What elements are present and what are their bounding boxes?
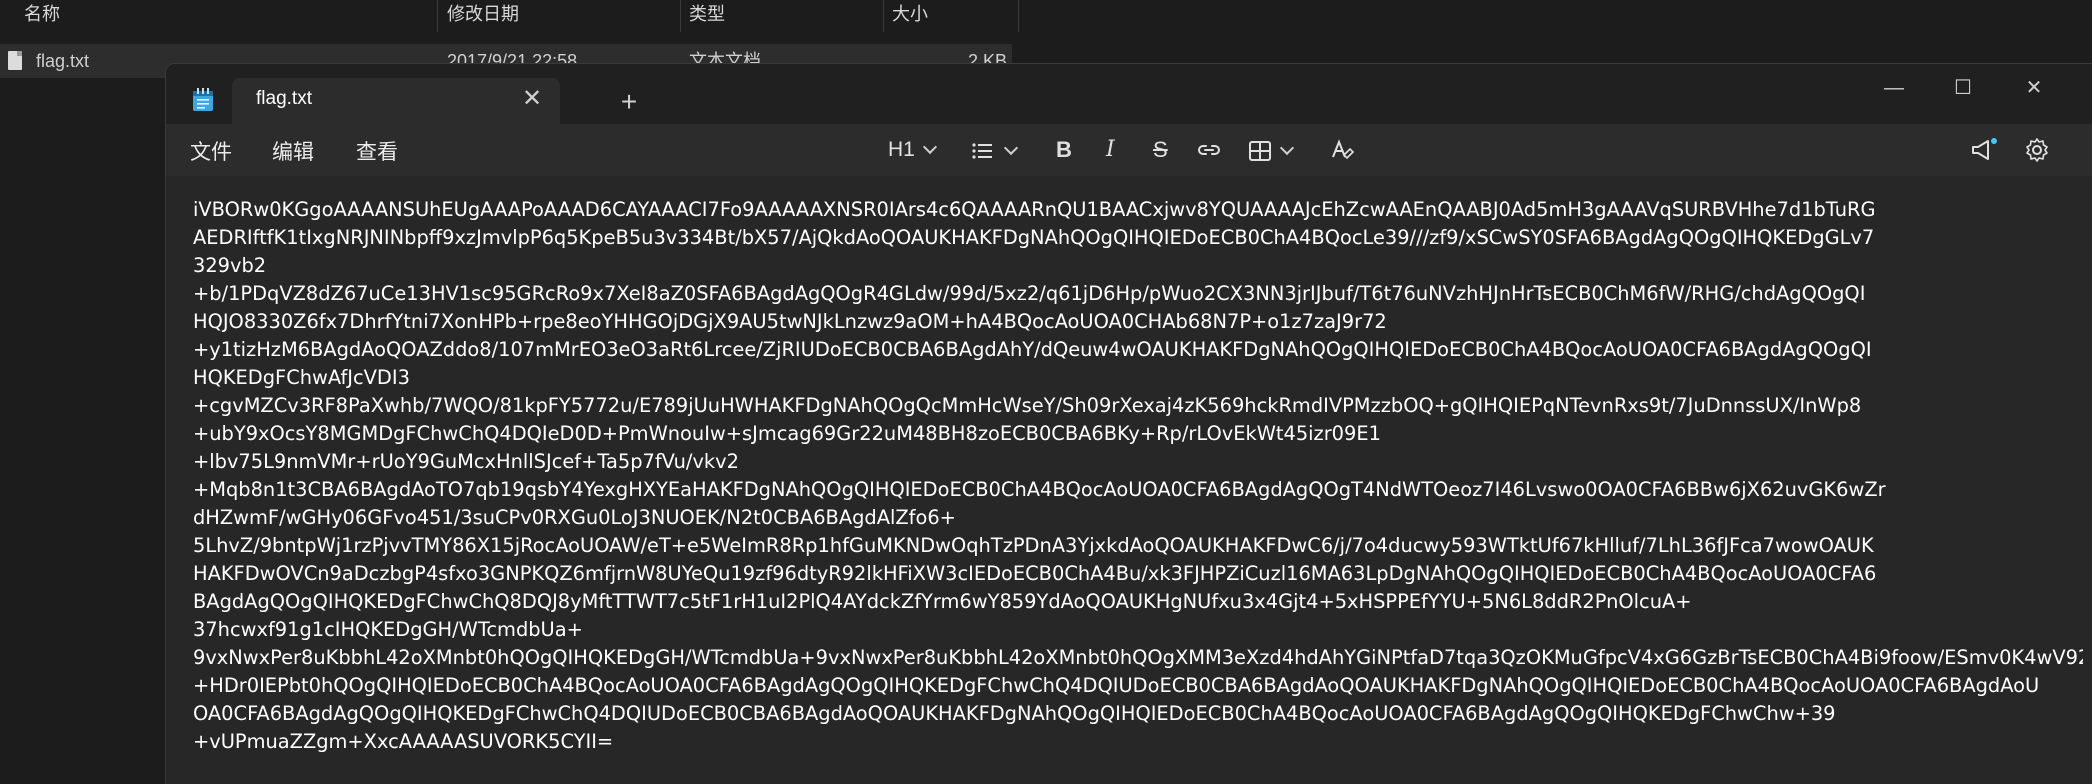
bold-button[interactable]: B — [1056, 136, 1072, 164]
strikethrough-button[interactable]: S — [1153, 136, 1168, 164]
chevron-down-icon — [1279, 140, 1295, 156]
tab-title: flag.txt — [256, 88, 312, 109]
file-name: flag.txt — [36, 51, 90, 71]
menu-file[interactable]: 文件 — [190, 136, 232, 166]
text-line: +Mqb8n1t3CBA6BAgdAoTO7qb19qsbY4YexgHXYEa… — [193, 478, 1886, 501]
chevron-down-icon — [1003, 140, 1019, 156]
column-header-type[interactable]: 类型 — [689, 0, 725, 30]
column-header-modified[interactable]: 修改日期 — [447, 0, 519, 30]
close-window-button[interactable]: ✕ — [2014, 74, 2054, 102]
clear-formatting-icon — [1332, 139, 1355, 160]
text-line: +y1tizHzM6BAgdAoQOAZddo8/107mMrEO3eO3aRt… — [193, 338, 1872, 361]
text-line: iVBORw0KGgoAAAANSUhEUgAAAPoAAAD6CAYAAACI… — [193, 198, 1876, 221]
megaphone-icon — [1972, 138, 1997, 160]
feedback-button[interactable] — [1970, 137, 1998, 165]
text-line: HQKEDgFChwAfJcVDI3 — [193, 366, 410, 389]
menu-bar: 文件 编辑 查看 H1 B I S — [166, 124, 2092, 176]
column-header-size[interactable]: 大小 — [892, 0, 928, 30]
minimize-button[interactable]: — — [1874, 74, 1914, 102]
text-line: +HDr0IEPbt0hQOgQIHQIEDoECB0ChA4BQocAoUOA… — [193, 674, 2040, 697]
text-line: +vUPmuaZZgm+XxcAAAAASUVORK5CYII= — [193, 730, 614, 753]
text-line: +ubY9xOcsY8MGMDgFChwChQ4DQIeD0D+PmWnouIw… — [193, 422, 1381, 445]
column-divider[interactable] — [437, 0, 438, 32]
text-line: +lbv75L9nmVMr+rUoY9GuMcxHnllSJcef+Ta5p7f… — [193, 450, 739, 473]
table-dropdown[interactable] — [1248, 137, 1295, 165]
text-line: 329vb2 — [193, 254, 267, 277]
document-content[interactable]: iVBORw0KGgoAAAANSUhEUgAAAPoAAAD6CAYAAACI… — [193, 196, 2083, 756]
text-line: 9vxNwxPer8uKbbhL42oXMnbt0hQOgQIHQKEDgGH/… — [193, 646, 2083, 669]
chevron-down-icon — [922, 139, 937, 155]
clear-formatting-button[interactable] — [1329, 137, 1355, 165]
table-icon — [1249, 141, 1271, 162]
text-file-icon — [8, 51, 22, 70]
heading-label: H1 — [888, 138, 915, 161]
text-line: AEDRIftfK1tIxgNRJNINbpff9xzJmvlpP6q5KpeB… — [193, 226, 1875, 249]
title-bar[interactable]: flag.txt ✕ + — ☐ ✕ — [166, 64, 2092, 124]
settings-button[interactable] — [2024, 137, 2050, 165]
menu-view[interactable]: 查看 — [356, 136, 398, 166]
menu-edit[interactable]: 编辑 — [272, 136, 314, 166]
text-line: HQJO8330Z6fx7DhrfYtni7XonHPb+rpe8eoYHHGO… — [193, 310, 1387, 333]
gear-icon — [2026, 138, 2048, 162]
text-line: OA0CFA6BAgdAgQOgQIHQKEDgFChwChQ4DQIUDoEC… — [193, 702, 1836, 725]
text-line: +cgvMZCv3RF8PaXwhb/7WQO/81kpFY5772u/E789… — [193, 394, 1862, 417]
link-icon — [1198, 145, 1220, 155]
list-dropdown[interactable] — [970, 137, 1019, 165]
link-button[interactable] — [1196, 138, 1222, 166]
tab-flag-txt[interactable]: flag.txt ✕ — [232, 78, 560, 124]
column-divider[interactable] — [883, 0, 884, 32]
heading-dropdown[interactable]: H1 — [888, 136, 937, 164]
italic-button[interactable]: I — [1106, 136, 1115, 164]
text-line: +b/1PDqVZ8dZ67uCe13HV1sc95GRcRo9x7XeI8aZ… — [193, 282, 1866, 305]
notepad-app-icon — [193, 88, 213, 111]
new-tab-button[interactable]: + — [614, 88, 644, 118]
text-line: 5LhvZ/9bntpWj1rzPjvvTMY86X15jRocAoUOAW/e… — [193, 534, 1874, 557]
maximize-button[interactable]: ☐ — [1943, 74, 1983, 102]
close-tab-icon[interactable]: ✕ — [518, 86, 546, 114]
bulleted-list-icon — [972, 143, 992, 160]
text-line: 37hcwxf91g1cIHQKEDgGH/WTcmdbUa+ — [193, 618, 583, 641]
column-header-name[interactable]: 名称 — [24, 0, 60, 30]
text-line: BAgdAgQOgQIHQKEDgFChwChQ8DQJ8yMftTTWT7c5… — [193, 590, 1692, 613]
text-line: HAKFDwOVCn9aDczbgP4sfxo3GNPKQZ6mfjrnW8UY… — [193, 562, 1877, 585]
column-divider[interactable] — [1018, 0, 1019, 32]
text-editor[interactable]: iVBORw0KGgoAAAANSUhEUgAAAPoAAAD6CAYAAACI… — [166, 176, 2092, 784]
column-divider[interactable] — [680, 0, 681, 32]
text-line: dHZwmF/wGHy06GFvo451/3suCPv0RXGu0LoJ3NUO… — [193, 506, 956, 529]
notepad-window: flag.txt ✕ + — ☐ ✕ 文件 编辑 查看 H1 B I S iVB… — [165, 63, 2092, 784]
